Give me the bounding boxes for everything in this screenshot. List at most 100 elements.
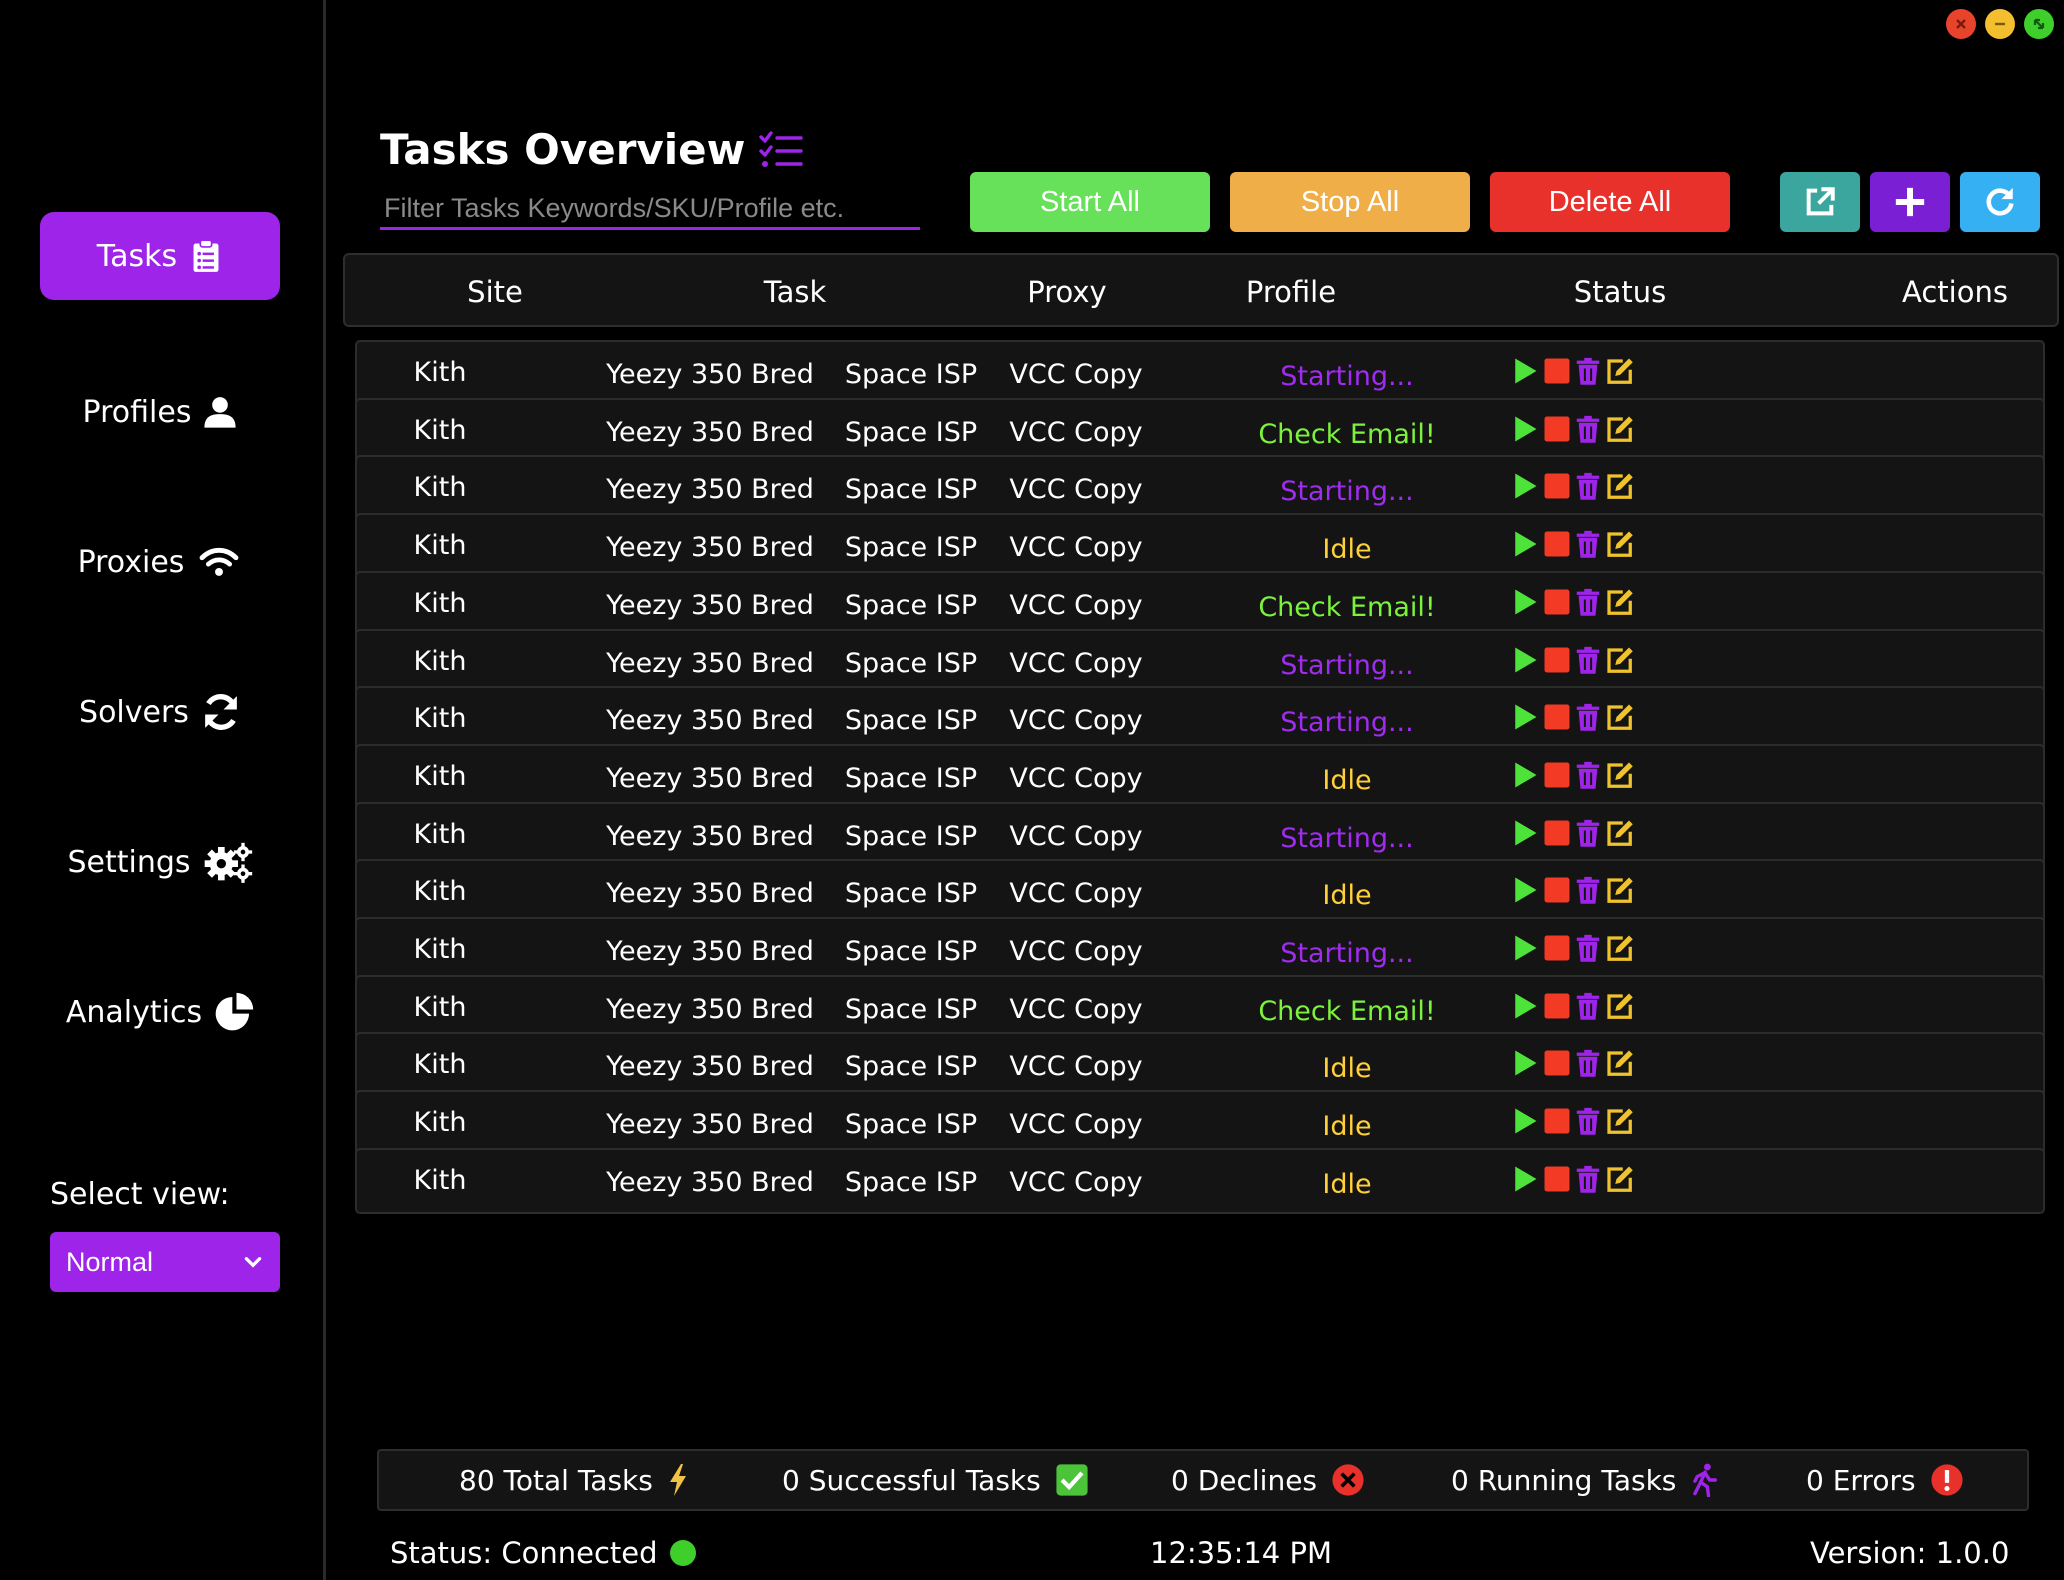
expand-window-icon[interactable] bbox=[2024, 9, 2054, 39]
play-icon[interactable] bbox=[1509, 1048, 1539, 1078]
column-profile[interactable]: Profile bbox=[1246, 275, 1336, 309]
play-icon[interactable] bbox=[1509, 875, 1539, 905]
view-select[interactable]: Normal bbox=[50, 1232, 280, 1292]
trash-icon[interactable] bbox=[1573, 645, 1603, 675]
edit-icon[interactable] bbox=[1604, 875, 1634, 905]
table-row[interactable]: Kith Yeezy 350 Bred Space ISP VCC Copy Idle bbox=[355, 743, 2045, 810]
table-row[interactable]: Kith Yeezy 350 Bred Space ISP VCC Copy Idle bbox=[355, 1147, 2045, 1214]
edit-icon[interactable] bbox=[1604, 356, 1634, 386]
play-icon[interactable] bbox=[1509, 529, 1539, 559]
edit-icon[interactable] bbox=[1604, 529, 1634, 559]
play-icon[interactable] bbox=[1509, 645, 1539, 675]
trash-icon[interactable] bbox=[1573, 933, 1603, 963]
stop-icon[interactable] bbox=[1542, 471, 1572, 501]
play-icon[interactable] bbox=[1509, 760, 1539, 790]
row-proxy: Space ISP bbox=[844, 762, 978, 794]
table-row[interactable]: Kith Yeezy 350 Bred Space ISP VCC Copy Idle bbox=[355, 859, 2045, 926]
table-row[interactable]: Kith Yeezy 350 Bred Space ISP VCC Copy Check… bbox=[355, 397, 2045, 464]
stop-icon[interactable] bbox=[1542, 356, 1572, 386]
stop-icon[interactable] bbox=[1542, 818, 1572, 848]
refresh-button[interactable] bbox=[1960, 172, 2040, 232]
sidebar-item-tasks[interactable]: Tasks bbox=[40, 212, 280, 300]
sidebar-item-profiles[interactable]: Profiles bbox=[40, 368, 280, 456]
edit-icon[interactable] bbox=[1604, 702, 1634, 732]
stop-icon[interactable] bbox=[1542, 702, 1572, 732]
play-icon[interactable] bbox=[1509, 471, 1539, 501]
chevron-down-icon bbox=[244, 1257, 262, 1268]
play-icon[interactable] bbox=[1509, 1106, 1539, 1136]
column-site[interactable]: Site bbox=[467, 275, 523, 309]
add-task-button[interactable] bbox=[1870, 172, 1950, 232]
table-row[interactable]: Kith Yeezy 350 Bred Space ISP VCC Copy Start… bbox=[355, 340, 2045, 406]
edit-icon[interactable] bbox=[1604, 414, 1634, 444]
edit-icon[interactable] bbox=[1604, 818, 1634, 848]
trash-icon[interactable] bbox=[1573, 875, 1603, 905]
trash-icon[interactable] bbox=[1573, 1048, 1603, 1078]
edit-icon[interactable] bbox=[1604, 991, 1634, 1021]
stop-icon[interactable] bbox=[1542, 760, 1572, 790]
trash-icon[interactable] bbox=[1573, 529, 1603, 559]
sidebar-item-proxies[interactable]: Proxies bbox=[40, 518, 280, 606]
stop-icon[interactable] bbox=[1542, 1106, 1572, 1136]
play-icon[interactable] bbox=[1509, 414, 1539, 444]
close-window-icon[interactable] bbox=[1946, 9, 1976, 39]
stop-icon[interactable] bbox=[1542, 1048, 1572, 1078]
play-icon[interactable] bbox=[1509, 818, 1539, 848]
stop-icon[interactable] bbox=[1542, 933, 1572, 963]
trash-icon[interactable] bbox=[1573, 1106, 1603, 1136]
sidebar-item-solvers[interactable]: Solvers bbox=[40, 668, 280, 756]
stop-icon[interactable] bbox=[1542, 587, 1572, 617]
sidebar-item-analytics[interactable]: Analytics bbox=[40, 968, 280, 1056]
trash-icon[interactable] bbox=[1573, 760, 1603, 790]
edit-icon[interactable] bbox=[1604, 1048, 1634, 1078]
column-task[interactable]: Task bbox=[764, 275, 827, 309]
play-icon[interactable] bbox=[1509, 587, 1539, 617]
table-row[interactable]: Kith Yeezy 350 Bred Space ISP VCC Copy Idle bbox=[355, 1032, 2045, 1099]
trash-icon[interactable] bbox=[1573, 991, 1603, 1021]
play-icon[interactable] bbox=[1509, 356, 1539, 386]
table-row[interactable]: Kith Yeezy 350 Bred Space ISP VCC Copy Start… bbox=[355, 801, 2045, 868]
trash-icon[interactable] bbox=[1573, 818, 1603, 848]
sidebar-item-settings[interactable]: Settings bbox=[40, 818, 280, 906]
table-row[interactable]: Kith Yeezy 350 Bred Space ISP VCC Copy Start… bbox=[355, 917, 2045, 983]
stop-icon[interactable] bbox=[1542, 645, 1572, 675]
stop-icon[interactable] bbox=[1542, 414, 1572, 444]
stop-icon[interactable] bbox=[1542, 991, 1572, 1021]
table-row[interactable]: Kith Yeezy 350 Bred Space ISP VCC Copy Start… bbox=[355, 686, 2045, 753]
sidebar-item-label: Solvers bbox=[79, 694, 189, 730]
stop-icon[interactable] bbox=[1542, 529, 1572, 559]
table-row[interactable]: Kith Yeezy 350 Bred Space ISP VCC Copy Check… bbox=[355, 974, 2045, 1041]
delete-all-button[interactable]: Delete All bbox=[1490, 172, 1730, 232]
edit-icon[interactable] bbox=[1604, 933, 1634, 963]
stop-icon[interactable] bbox=[1542, 875, 1572, 905]
play-icon[interactable] bbox=[1509, 1164, 1539, 1194]
table-row[interactable]: Kith Yeezy 350 Bred Space ISP VCC Copy Idle bbox=[355, 513, 2045, 580]
trash-icon[interactable] bbox=[1573, 471, 1603, 501]
stop-icon[interactable] bbox=[1542, 1164, 1572, 1194]
play-icon[interactable] bbox=[1509, 991, 1539, 1021]
play-icon[interactable] bbox=[1509, 933, 1539, 963]
table-row[interactable]: Kith Yeezy 350 Bred Space ISP VCC Copy Start… bbox=[355, 628, 2045, 695]
stop-all-button[interactable]: Stop All bbox=[1230, 172, 1470, 232]
trash-icon[interactable] bbox=[1573, 414, 1603, 444]
edit-icon[interactable] bbox=[1604, 471, 1634, 501]
edit-icon[interactable] bbox=[1604, 587, 1634, 617]
edit-icon[interactable] bbox=[1604, 1106, 1634, 1136]
table-row[interactable]: Kith Yeezy 350 Bred Space ISP VCC Copy Idle bbox=[355, 1090, 2045, 1157]
start-all-button[interactable]: Start All bbox=[970, 172, 1210, 232]
trash-icon[interactable] bbox=[1573, 1164, 1603, 1194]
trash-icon[interactable] bbox=[1573, 587, 1603, 617]
play-icon[interactable] bbox=[1509, 702, 1539, 732]
column-proxy[interactable]: Proxy bbox=[1027, 275, 1106, 309]
minimize-window-icon[interactable] bbox=[1985, 9, 2015, 39]
trash-icon[interactable] bbox=[1573, 702, 1603, 732]
export-button[interactable] bbox=[1780, 172, 1860, 232]
table-row[interactable]: Kith Yeezy 350 Bred Space ISP VCC Copy Start… bbox=[355, 455, 2045, 522]
edit-icon[interactable] bbox=[1604, 645, 1634, 675]
trash-icon[interactable] bbox=[1573, 356, 1603, 386]
edit-icon[interactable] bbox=[1604, 760, 1634, 790]
table-row[interactable]: Kith Yeezy 350 Bred Space ISP VCC Copy Check… bbox=[355, 570, 2045, 637]
filter-input[interactable]: Filter Tasks Keywords/SKU/Profile etc. bbox=[380, 190, 920, 230]
column-status[interactable]: Status bbox=[1574, 275, 1666, 309]
edit-icon[interactable] bbox=[1604, 1164, 1634, 1194]
